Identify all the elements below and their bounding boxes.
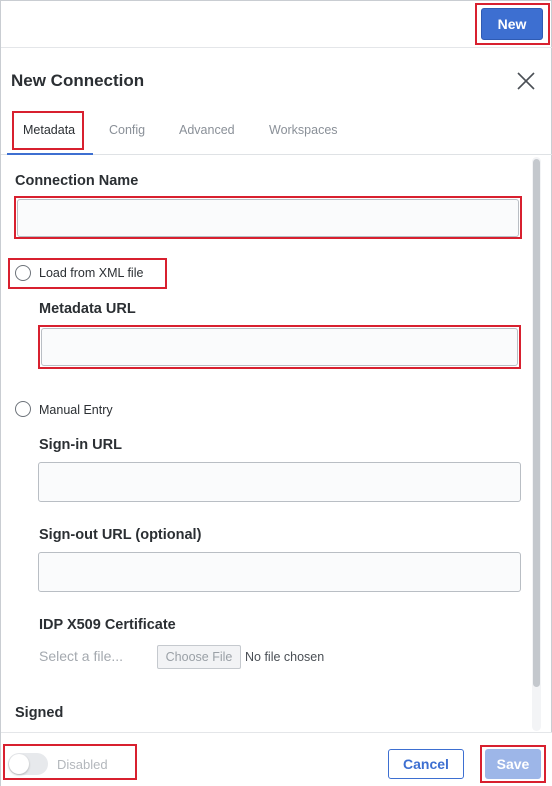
top-bar: New: [1, 1, 552, 48]
load-xml-label: Load from XML file: [39, 266, 144, 280]
cancel-button[interactable]: Cancel: [388, 749, 464, 779]
scroll-thumb[interactable]: [533, 159, 540, 687]
new-button[interactable]: New: [481, 8, 543, 40]
signin-url-label: Sign-in URL: [39, 437, 122, 453]
scrollbar[interactable]: [532, 157, 541, 731]
signed-label: Signed: [15, 705, 64, 721]
metadata-url-label: Metadata URL: [39, 301, 136, 317]
metadata-url-input[interactable]: [41, 328, 518, 366]
file-status: No file chosen: [245, 650, 325, 664]
save-button[interactable]: Save: [485, 749, 541, 779]
connection-panel: New New Connection Metadata Config Advan…: [0, 0, 552, 786]
load-xml-radio[interactable]: [15, 265, 31, 281]
manual-entry-label: Manual Entry: [39, 403, 113, 417]
toggle-label: Disabled: [57, 757, 108, 772]
connection-name-input[interactable]: [17, 199, 519, 237]
signout-url-label: Sign-out URL (optional): [39, 527, 202, 543]
toggle-knob: [9, 754, 29, 774]
tab-advanced[interactable]: Advanced: [179, 123, 235, 137]
dialog-title: New Connection: [11, 71, 145, 90]
tab-bar: Metadata Config Advanced Workspaces: [1, 107, 552, 155]
enabled-toggle[interactable]: [8, 753, 48, 775]
tab-workspaces[interactable]: Workspaces: [269, 123, 338, 137]
active-tab-indicator: [7, 153, 93, 155]
signout-url-input[interactable]: [38, 552, 521, 592]
tab-config[interactable]: Config: [109, 123, 145, 137]
manual-entry-radio[interactable]: [15, 401, 31, 417]
choose-file-button[interactable]: Choose File: [157, 645, 241, 669]
cert-label: IDP X509 Certificate: [39, 617, 176, 633]
connection-name-label: Connection Name: [15, 173, 139, 189]
close-icon[interactable]: [515, 70, 537, 92]
tab-metadata[interactable]: Metadata: [23, 123, 75, 137]
signin-url-input[interactable]: [38, 462, 521, 502]
file-placeholder: Select a file...: [39, 648, 124, 664]
